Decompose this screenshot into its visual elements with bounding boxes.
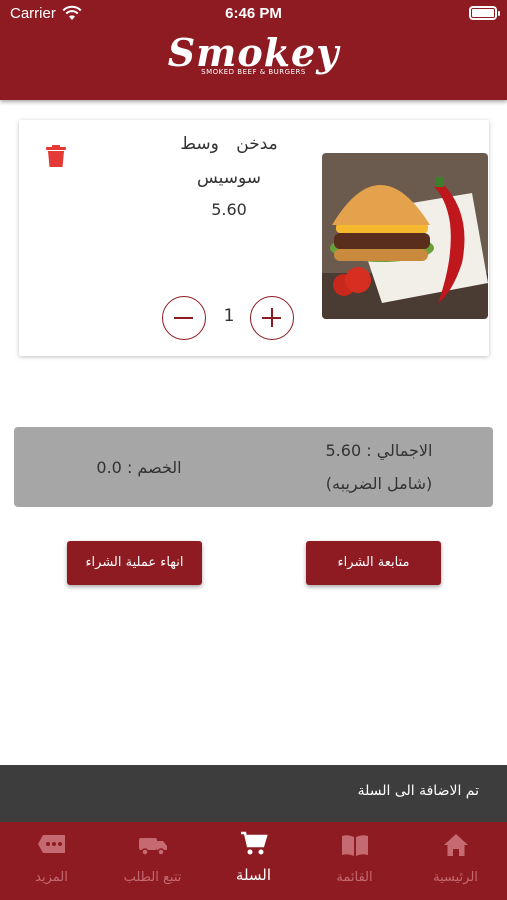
- total-amount: الاجمالي : 5.60: [325, 441, 433, 460]
- item-type: مدخن: [236, 134, 278, 154]
- truck-icon: [139, 838, 167, 856]
- bottom-tab-bar: الرئيسية القائمة السلة تتبع الطلب المزيد: [0, 822, 507, 900]
- toast-message: تم الاضافة الى السلة: [357, 783, 479, 799]
- burger-image: [322, 153, 488, 319]
- tab-home-label: الرئيسية: [433, 870, 478, 885]
- tab-more-label: المزيد: [35, 870, 68, 885]
- tab-order-tracking[interactable]: تتبع الطلب: [102, 822, 203, 900]
- status-time: 6:46 PM: [225, 5, 282, 22]
- logo-tagline: SMOKED BEEF & BURGERS: [201, 68, 306, 76]
- tab-more[interactable]: المزيد: [1, 822, 102, 900]
- brand-logo: Smokey SMOKED BEEF & BURGERS: [0, 30, 507, 77]
- app-header: Carrier 6:46 PM Smokey SMOKED BEEF & BUR…: [0, 0, 507, 100]
- increase-quantity-button[interactable]: [250, 296, 294, 340]
- order-summary: الاجمالي : 5.60 (شامل الضريبه) الخصم : 0…: [14, 427, 493, 507]
- battery-icon: [469, 6, 500, 20]
- tab-order-tracking-label: تتبع الطلب: [123, 870, 182, 885]
- tab-home[interactable]: الرئيسية: [405, 822, 506, 900]
- more-icon: [38, 835, 65, 853]
- item-size: وسط: [180, 134, 219, 154]
- decrease-quantity-button[interactable]: [162, 296, 206, 340]
- tab-cart-label: السلة: [235, 866, 272, 884]
- menu-book-icon: [342, 835, 368, 856]
- toast-notification: تم الاضافة الى السلة: [0, 765, 507, 822]
- tax-note: (شامل الضريبه): [325, 474, 433, 493]
- item-addon: سوسيس: [196, 168, 262, 188]
- tab-menu[interactable]: القائمة: [304, 822, 405, 900]
- continue-shopping-button[interactable]: متابعة الشراء: [306, 541, 441, 585]
- home-icon: [444, 834, 468, 856]
- tab-cart[interactable]: السلة: [203, 822, 304, 900]
- tab-menu-label: القائمة: [336, 870, 373, 885]
- end-purchase-button[interactable]: انهاء عملية الشراء: [67, 541, 202, 585]
- cart-item-card: مدخن وسط سوسيس 5.60 1: [19, 120, 489, 356]
- cart-icon: [241, 831, 268, 855]
- item-price: 5.60: [211, 200, 247, 219]
- delete-icon[interactable]: [45, 144, 67, 168]
- discount-amount: الخصم : 0.0: [96, 458, 182, 477]
- quantity-value: 1: [223, 306, 235, 326]
- status-bar: Carrier 6:46 PM: [0, 0, 507, 30]
- item-options: مدخن وسط: [129, 134, 329, 154]
- logo-text: Smokey: [167, 30, 340, 75]
